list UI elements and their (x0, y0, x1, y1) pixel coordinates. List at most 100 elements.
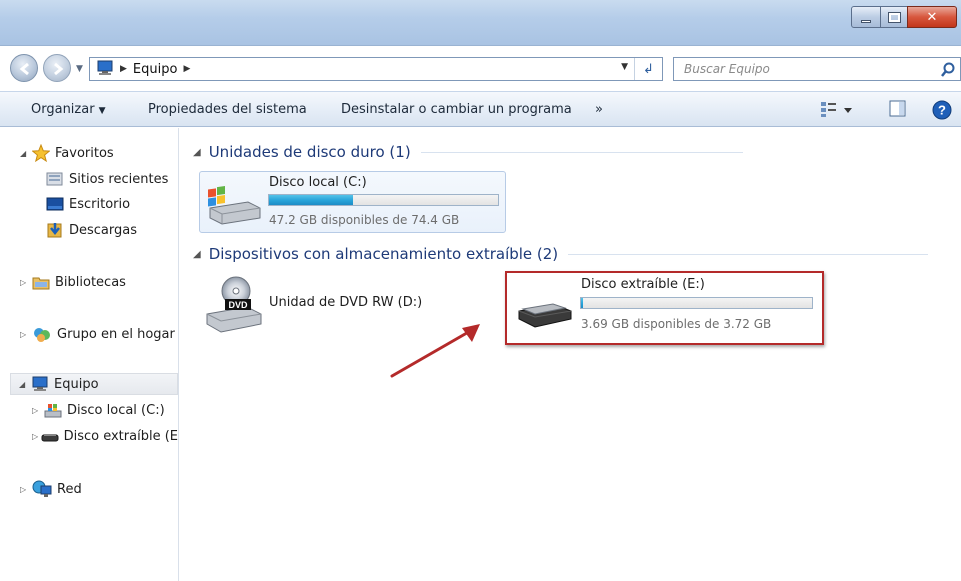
group-header-hard-drives[interactable]: ◢ Unidades de disco duro (1) (193, 143, 743, 161)
removable-disk-icon (518, 303, 572, 328)
forward-icon (54, 62, 64, 76)
star-icon (32, 144, 50, 162)
refresh-button[interactable]: ↲ (634, 58, 662, 80)
removable-disk-icon (41, 429, 59, 443)
minimize-icon (861, 19, 871, 23)
preview-pane-button[interactable] (889, 100, 907, 121)
chevron-down-icon: ▼ (98, 106, 106, 116)
breadcrumb-separator[interactable]: ▶ (120, 64, 127, 74)
capacity-bar (580, 297, 813, 309)
nav-label: Equipo (54, 376, 99, 392)
local-disk-icon (208, 186, 261, 225)
nav-libraries[interactable]: ▷ Bibliotecas (20, 271, 126, 293)
organize-menu[interactable]: Organizar ▼ (31, 102, 105, 117)
collapse-arrow-icon[interactable]: ◢ (193, 249, 201, 260)
nav-computer[interactable]: ◢ Equipo (10, 373, 178, 395)
nav-label: Descargas (69, 222, 138, 238)
organize-label: Organizar (31, 102, 95, 117)
nav-label: Sitios recientes (69, 171, 169, 187)
uninstall-program-button[interactable]: Desinstalar o cambiar un programa (341, 102, 572, 117)
computer-icon (96, 60, 114, 79)
search-icon[interactable] (940, 62, 956, 78)
dvd-drive-icon: DVD (206, 276, 262, 333)
expand-arrow-icon[interactable]: ◢ (20, 149, 30, 158)
nav-label: Disco local (C:) (67, 402, 165, 418)
close-icon: ✕ (926, 9, 938, 25)
group-title: Unidades de disco duro (1) (208, 143, 411, 161)
address-row: ▼ ▶ Equipo ▶ ▼ ↲ (0, 52, 961, 86)
nav-label: Favoritos (55, 145, 114, 161)
drive-free-space: 3.69 GB disponibles de 3.72 GB (581, 317, 772, 331)
nav-recent-places[interactable]: Sitios recientes (44, 168, 168, 190)
nav-removable-disk[interactable]: ▷ Disco extraíble (E (32, 425, 178, 447)
group-divider (568, 253, 929, 255)
command-bar: Organizar ▼ Propiedades del sistema Desin… (0, 91, 961, 127)
capacity-fill (581, 298, 583, 308)
breadcrumb-separator[interactable]: ▶ (183, 64, 190, 74)
expand-arrow-icon[interactable]: ▷ (20, 485, 30, 494)
expand-arrow-icon[interactable]: ▷ (20, 330, 30, 339)
breadcrumb-equipo[interactable]: Equipo (133, 62, 178, 77)
nav-network[interactable]: ▷ Red (20, 478, 82, 500)
local-disk-icon (44, 402, 62, 418)
search-input[interactable] (684, 62, 934, 76)
desktop-icon (46, 196, 64, 212)
views-icon (821, 102, 852, 117)
network-icon (32, 480, 52, 498)
group-header-removable[interactable]: ◢ Dispositivos con almacenamiento extraí… (193, 245, 929, 263)
nav-desktop[interactable]: Escritorio (44, 193, 130, 215)
help-button[interactable]: ? (932, 100, 952, 123)
drive-free-space: 47.2 GB disponibles de 74.4 GB (269, 213, 460, 227)
nav-label: Grupo en el hogar (57, 326, 175, 342)
svg-text:?: ? (938, 103, 946, 118)
nav-downloads[interactable]: Descargas (44, 219, 137, 241)
more-commands-button[interactable]: » (595, 102, 603, 117)
nav-homegroup[interactable]: ▷ Grupo en el hogar (20, 323, 175, 345)
nav-label: Bibliotecas (55, 274, 126, 290)
back-button[interactable] (10, 54, 38, 82)
homegroup-icon (32, 325, 52, 343)
expand-arrow-icon[interactable]: ▷ (32, 432, 39, 441)
title-bar: ✕ (0, 0, 961, 46)
nav-local-disk[interactable]: ▷ Disco local (C:) (32, 399, 165, 421)
expand-arrow-icon[interactable]: ◢ (19, 380, 29, 389)
collapse-arrow-icon[interactable]: ◢ (193, 147, 201, 158)
downloads-icon (46, 221, 64, 239)
drive-name: Disco extraíble (E:) (581, 277, 705, 292)
nav-label: Disco extraíble (E (63, 428, 178, 444)
change-view-button[interactable] (820, 100, 854, 121)
search-box[interactable] (673, 57, 961, 81)
dvd-badge: DVD (228, 300, 248, 310)
maximize-button[interactable] (880, 6, 908, 28)
minimize-button[interactable] (851, 6, 881, 28)
address-dropdown[interactable]: ▼ (621, 62, 628, 72)
capacity-fill (269, 195, 353, 205)
back-icon (19, 62, 29, 76)
nav-label: Escritorio (69, 196, 131, 212)
close-button[interactable]: ✕ (907, 6, 957, 28)
maximize-icon (887, 11, 901, 23)
libraries-icon (32, 274, 50, 290)
system-properties-button[interactable]: Propiedades del sistema (148, 102, 307, 117)
drive-tile-local-c[interactable]: Disco local (C:) 47.2 GB disponibles de … (199, 171, 506, 233)
drive-name: Disco local (C:) (269, 175, 367, 190)
capacity-bar (268, 194, 499, 206)
navigation-pane: ◢ Favoritos Sitios recientes Escritorio … (8, 128, 179, 581)
nav-label: Red (57, 481, 82, 497)
refresh-icon: ↲ (643, 61, 654, 77)
forward-button[interactable] (43, 54, 71, 82)
drive-name: Unidad de DVD RW (D:) (269, 295, 423, 310)
nav-favorites[interactable]: ◢ Favoritos (20, 142, 114, 164)
computer-icon (31, 376, 49, 392)
annotation-arrow (390, 324, 480, 378)
expand-arrow-icon[interactable]: ▷ (20, 278, 30, 287)
group-divider (420, 151, 743, 153)
drive-tile-removable-e[interactable]: Disco extraíble (E:) 3.69 GB disponibles… (505, 271, 824, 345)
recent-places-icon (46, 171, 64, 187)
expand-arrow-icon[interactable]: ▷ (32, 406, 42, 415)
address-bar[interactable]: ▶ Equipo ▶ ▼ ↲ (89, 57, 663, 81)
preview-pane-icon (889, 100, 906, 117)
help-icon: ? (932, 100, 952, 120)
recent-pages-dropdown[interactable]: ▼ (76, 64, 83, 74)
group-title: Dispositivos con almacenamiento extraíbl… (208, 245, 559, 263)
